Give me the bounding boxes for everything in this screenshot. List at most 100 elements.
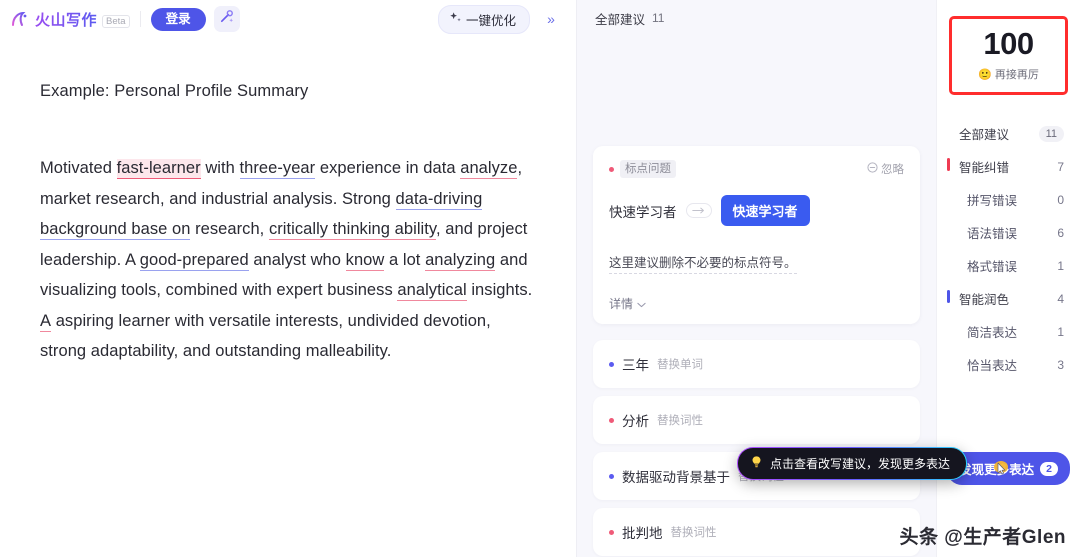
text-run: analyst who — [248, 250, 346, 269]
text-run: with — [200, 159, 240, 177]
sidebar-item-count: 1 — [1057, 258, 1064, 273]
suggestion-description: 这里建议删除不必要的标点符号。 — [609, 252, 797, 274]
flagged-text[interactable]: analyze — [460, 159, 518, 179]
flagged-text[interactable]: analytical — [397, 281, 467, 301]
score-caption-wrap: 🙂 再接再厉 — [956, 66, 1061, 82]
issue-dot-icon — [609, 361, 614, 367]
flagged-text[interactable]: three-year — [239, 159, 316, 179]
beta-badge: Beta — [102, 14, 130, 28]
suggestion-row-word: 三年 — [622, 358, 649, 373]
text-run: insights. — [466, 281, 533, 299]
sidebar-item-label: 智能润色 — [959, 293, 1010, 307]
sidebar-item-count: 7 — [1057, 159, 1064, 174]
sidebar-nav: 全部建议 11 智能纠错 7 拼写错误 0 语法错误 6 格式错误 1 智能润色 4 简洁表达 1 恰当表达… — [937, 117, 1080, 381]
magic-wand-button[interactable] — [213, 6, 240, 32]
sidebar-item-count: 4 — [1057, 291, 1064, 306]
text-run: Motivated — [40, 159, 117, 177]
arrow-right-icon — [685, 203, 712, 218]
ignore-button[interactable]: 忽略 — [867, 161, 904, 177]
sidebar-item-count: 3 — [1057, 357, 1064, 372]
sidebar-item-拼写错误[interactable]: 拼写错误 0 — [937, 183, 1080, 216]
watermark: 头条 @生产者Glen — [899, 527, 1066, 548]
suggestion-tag: 标点问题 — [620, 160, 676, 178]
suggestions-header-count: 11 — [652, 11, 665, 25]
original-text: 快速学习者 — [609, 204, 677, 220]
login-button[interactable]: 登录 — [150, 7, 206, 31]
flagged-text[interactable]: A — [40, 311, 52, 332]
sidebar-item-全部建议[interactable]: 全部建议 11 — [937, 117, 1080, 150]
suggestions-pane: 全部建议 11 标点问题 忽略 快速学习者 快速学习者 这里建议删除不必要的标点… — [576, 0, 950, 557]
replacement-row: 快速学习者 快速学习者 — [609, 195, 904, 226]
text-run: a lot — [384, 250, 426, 269]
suggestions-header: 全部建议 11 — [577, 0, 936, 36]
sidebar-item-简洁表达[interactable]: 简洁表达 1 — [937, 315, 1080, 348]
flagged-text[interactable]: critically thinking ability — [268, 220, 436, 240]
flagged-text[interactable]: know — [345, 250, 385, 271]
sidebar-item-语法错误[interactable]: 语法错误 6 — [937, 216, 1080, 249]
category-indicator-bar — [947, 158, 950, 171]
chevron-down-icon — [637, 297, 646, 311]
suggestion-row-word: 数据驱动背景基于 — [622, 470, 730, 485]
suggestion-row-word: 分析 — [622, 414, 649, 429]
suggestion-row[interactable]: 分析 替换词性 — [593, 396, 920, 444]
category-indicator-bar — [947, 290, 950, 303]
suggestions-header-label: 全部建议 — [595, 12, 646, 27]
optimize-label: 一键优化 — [465, 13, 516, 28]
sidebar-item-智能纠错[interactable]: 智能纠错 7 — [937, 150, 1080, 183]
issue-dot-icon — [609, 417, 614, 423]
score-box: 100 🙂 再接再厉 — [949, 16, 1068, 95]
sidebar-item-label: 智能纠错 — [959, 161, 1010, 175]
suggestion-card[interactable]: 标点问题 忽略 快速学习者 快速学习者 这里建议删除不必要的标点符号。 详情 — [593, 146, 920, 324]
sidebar-item-label: 简洁表达 — [967, 326, 1018, 340]
suggestion-row[interactable]: 三年 替换单词 — [593, 340, 920, 388]
app-root: 火山写作 Beta 登录 一键优化 » Example: Personal Pr… — [0, 0, 1080, 557]
pointer-cursor-icon — [993, 460, 1009, 481]
magic-wand-icon — [219, 9, 234, 29]
suggestion-tag-wrap: 标点问题 — [609, 160, 676, 178]
sidebar-item-格式错误[interactable]: 格式错误 1 — [937, 249, 1080, 282]
issue-dot-icon — [609, 529, 614, 535]
toolbar-divider — [139, 11, 141, 27]
suggestion-detail-toggle[interactable]: 详情 — [609, 295, 904, 312]
suggestion-row-kind: 替换词性 — [670, 527, 717, 539]
issue-dot-icon — [609, 473, 614, 479]
document-area[interactable]: Example: Personal Profile Summary Motiva… — [0, 38, 576, 557]
sidebar-item-智能润色[interactable]: 智能润色 4 — [937, 282, 1080, 315]
apply-replacement-button[interactable]: 快速学习者 — [720, 195, 810, 226]
ignore-label: 忽略 — [881, 164, 904, 176]
text-run: aspiring learner with versatile interest… — [40, 311, 491, 361]
document-title: Example: Personal Profile Summary — [40, 82, 309, 100]
sidebar-item-label: 恰当表达 — [967, 359, 1018, 373]
sidebar-item-label: 格式错误 — [967, 260, 1018, 274]
sidebar-item-label: 拼写错误 — [967, 194, 1018, 208]
lightbulb-icon — [750, 455, 763, 472]
sidebar-item-count: 6 — [1057, 225, 1064, 240]
suggestion-card-header: 标点问题 忽略 — [609, 160, 904, 178]
sidebar-item-count: 1 — [1057, 324, 1064, 339]
sidebar-item-恰当表达[interactable]: 恰当表达 3 — [937, 348, 1080, 381]
sidebar-item-label: 语法错误 — [967, 227, 1018, 241]
score-caption: 再接再厉 — [994, 69, 1039, 81]
circle-minus-icon — [867, 162, 878, 176]
suggestion-row-kind: 替换词性 — [657, 415, 703, 427]
brand-logo[interactable]: 火山写作 Beta — [10, 9, 130, 30]
discover-more-count: 2 — [1040, 461, 1058, 476]
top-toolbar: 火山写作 Beta 登录 一键优化 » — [0, 0, 576, 38]
score-wrap: 100 🙂 再接再厉 — [937, 0, 1080, 95]
sidebar-item-count: 0 — [1057, 192, 1064, 207]
one-click-optimize-button[interactable]: 一键优化 — [437, 4, 530, 34]
flagged-text[interactable]: good-prepared — [139, 250, 249, 271]
smile-emoji-icon: 🙂 — [978, 68, 992, 81]
tooltip-text: 点击查看改写建议，发现更多表达 — [770, 457, 951, 471]
detail-label: 详情 — [609, 297, 634, 311]
flagged-text[interactable]: analyzing — [425, 250, 496, 271]
expand-panel-button[interactable]: » — [538, 7, 564, 31]
issue-dot-icon — [609, 166, 614, 172]
suggestion-row[interactable]: 批判地 替换词性 — [593, 508, 920, 556]
editor-pane: 火山写作 Beta 登录 一键优化 » Example: Personal Pr… — [0, 0, 576, 557]
hint-tooltip: 点击查看改写建议，发现更多表达 — [737, 447, 967, 480]
brand-name: 火山写作 — [35, 9, 97, 30]
flagged-text[interactable]: fast-learner — [116, 159, 201, 179]
volcano-logo-icon — [10, 9, 30, 29]
document-paragraph[interactable]: Motivated fast-learner with three-year e… — [40, 153, 536, 367]
